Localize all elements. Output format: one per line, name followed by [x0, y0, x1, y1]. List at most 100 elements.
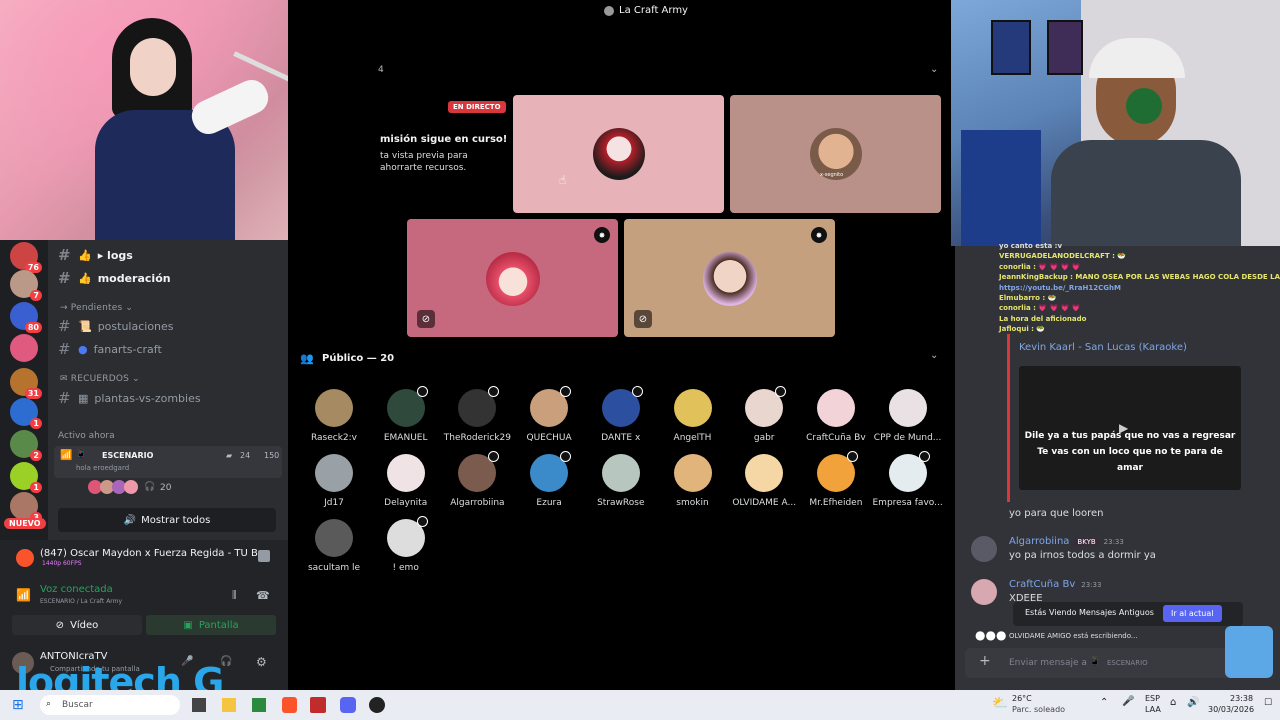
thumb-icon: 👍 [78, 248, 92, 262]
app-icon[interactable] [310, 697, 326, 713]
audience-member[interactable]: OLVIDAME A... [728, 454, 800, 508]
plus-icon[interactable]: + [979, 653, 991, 669]
chat-line: conorlia : 💗 💗 💗 💗 [999, 304, 1081, 313]
audience-name: Ezura [536, 498, 562, 508]
close-stream-icon[interactable] [258, 550, 270, 562]
avatar[interactable] [971, 579, 997, 605]
audience-member[interactable]: Algarrobiina [441, 451, 513, 508]
disconnect-icon[interactable]: ☎ [256, 589, 270, 602]
audience-member[interactable]: Ezura [513, 451, 585, 508]
audience-member[interactable]: Jd17 [298, 454, 370, 508]
audience-member[interactable]: ! emo [370, 516, 442, 573]
jump-to-present-button[interactable]: Ir al actual [1163, 605, 1222, 622]
chat-line: conorlia : 💗 💗 💗 💗 [999, 262, 1081, 271]
speaker-tile[interactable]: ✸ ⊘ [624, 219, 835, 337]
category-recuerdos[interactable]: ✉ RECUERDOS ⌄ [60, 374, 140, 384]
username[interactable]: Algarrobiina [1009, 536, 1069, 547]
store-icon[interactable] [252, 698, 266, 712]
audience-member[interactable]: TheRoderick29 [441, 386, 513, 443]
discord-icon[interactable] [340, 697, 356, 713]
screen-icon: ▣ [183, 619, 193, 631]
server-icon[interactable] [10, 334, 38, 362]
server-icon[interactable]: 3 [10, 492, 42, 523]
soundboard-icon[interactable]: ⫼ [232, 590, 237, 601]
avatar[interactable] [971, 536, 997, 562]
audience-name: StrawRose [597, 498, 645, 508]
clock-time[interactable]: 23:38 [1230, 694, 1253, 703]
speaker-tile[interactable]: ☝ [513, 95, 724, 213]
mic-icon[interactable]: 🎤 [1122, 696, 1134, 707]
message-input[interactable]: + Enviar mensaje a 📱 ESCENARIO [965, 648, 1265, 678]
stream-quality: 1440p 60FPS [42, 560, 82, 567]
audience-member[interactable]: sacultam le [298, 519, 370, 573]
speaker-tile[interactable]: ✸ ⊘ [407, 219, 618, 337]
server-icon[interactable]: 80 [10, 302, 42, 333]
audience-member[interactable]: Empresa favo... [872, 451, 944, 508]
folder-icon[interactable] [222, 698, 236, 712]
audience-member[interactable]: CPP de Mund... [872, 389, 944, 443]
audience-member[interactable]: AngelTH [657, 389, 729, 443]
server-icon[interactable]: 1 [10, 398, 42, 429]
audience-member[interactable]: smokin [657, 454, 729, 508]
server-icon[interactable]: 2 [10, 430, 42, 461]
server-icon[interactable]: 1 [10, 462, 42, 493]
show-all-button[interactable]: 🔊 Mostrar todos [58, 508, 276, 532]
category-pendientes[interactable]: → Pendientes ⌄ [60, 303, 133, 313]
video-button[interactable]: ⊘ Vídeo [12, 615, 142, 635]
clock-date[interactable]: 30/03/2026 [1208, 705, 1254, 714]
old-messages-label: Estás Viendo Mensajes Antiguos [1025, 608, 1154, 617]
server-icon[interactable]: 76 [10, 242, 42, 273]
moderator-icon [416, 516, 428, 527]
video-embed[interactable]: ▶ Dile ya a tus papás que no vas a regre… [1019, 366, 1241, 490]
audience-avatar [816, 389, 855, 427]
embed-title[interactable]: Kevin Kaarl - San Lucas (Karaoke) [1019, 342, 1187, 353]
chevron-up-icon[interactable]: ⌃ [1100, 697, 1108, 708]
channel-postulaciones[interactable]: # 📜 postulaciones [58, 315, 174, 337]
input-channel: ESCENARIO [1107, 659, 1148, 667]
badge: 2 [30, 450, 42, 461]
channel-logs[interactable]: # 👍 ▸ logs [58, 244, 133, 266]
audience-member[interactable]: Delaynita [370, 454, 442, 508]
network-icon[interactable]: ⌂ [1170, 697, 1176, 708]
channel-label: fanarts-craft [93, 342, 162, 356]
audience-member[interactable]: Mr.Efheiden [800, 451, 872, 508]
audience-avatar [673, 389, 712, 427]
audience-member[interactable]: Raseck2:v [298, 389, 370, 443]
brave-icon[interactable] [282, 697, 297, 713]
member-count: 150 [264, 451, 280, 460]
windows-icon[interactable]: ⊞ [12, 697, 24, 713]
audience-member[interactable]: gabr [728, 386, 800, 443]
volume-icon[interactable]: 🔊 [1187, 697, 1199, 708]
audience-avatar [816, 451, 858, 492]
search-box[interactable]: ⌕ Buscar [40, 695, 180, 715]
obs-icon[interactable] [369, 697, 385, 713]
audience-member[interactable]: CraftCuña Bv [800, 389, 872, 443]
server-icon[interactable]: 7 [10, 270, 42, 301]
username[interactable]: CraftCuña Bv [1009, 579, 1075, 590]
message-header: CraftCuña Bv 23:33 [1009, 579, 1101, 590]
keyboard-layout[interactable]: LAA [1145, 705, 1161, 714]
chat-line: Elmubarro : 🥗 [999, 294, 1057, 302]
chevron-down-icon[interactable]: ⌄ [930, 64, 938, 75]
audience-avatar [601, 454, 640, 492]
mascot-sticker [1225, 626, 1273, 678]
notification-icon[interactable]: ☐ [1264, 698, 1272, 708]
chevron-down-icon[interactable]: ⌄ [930, 350, 938, 361]
speaker-tile[interactable]: x-segnito [730, 95, 941, 213]
taskview-icon[interactable] [192, 698, 206, 712]
audience-member[interactable]: EMANUEL [370, 386, 442, 443]
now-playing-title: (847) Oscar Maydon x Fuerza Regida - TU … [40, 548, 268, 559]
screen-share-button[interactable]: ▣ Pantalla [146, 615, 276, 635]
moderator-icon [631, 386, 643, 397]
audience-member[interactable]: StrawRose [585, 454, 657, 508]
stage-activity-card[interactable]: 📶 📱 ESCENARIO hola eroedgard ▰ 24 150 [54, 446, 282, 478]
audience-member[interactable]: QUECHUA [513, 386, 585, 443]
channel-fanarts[interactable]: # ● fanarts-craft [58, 338, 162, 360]
window-title: La Craft Army [604, 5, 688, 16]
settings-icon[interactable]: ⚙ [256, 655, 267, 669]
channel-plantas[interactable]: # ▦ plantas-vs-zombies [58, 387, 201, 409]
language[interactable]: ESP [1145, 694, 1160, 703]
server-icon[interactable]: 31 [10, 368, 42, 399]
channel-moderacion[interactable]: # 👍 moderación [58, 267, 171, 289]
audience-member[interactable]: DANTE x [585, 386, 657, 443]
